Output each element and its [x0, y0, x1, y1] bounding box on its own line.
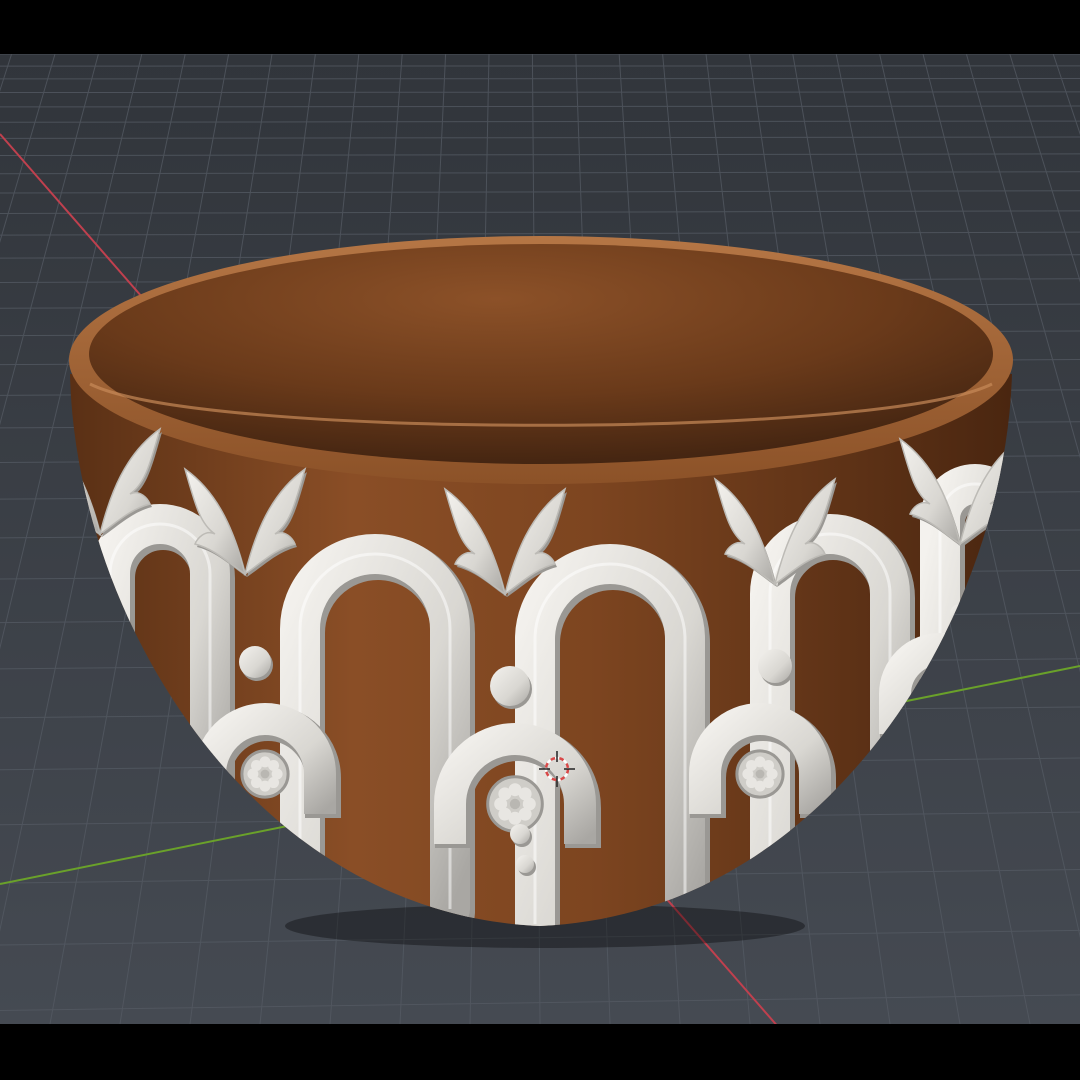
- bead: [490, 666, 530, 706]
- bead: [510, 824, 530, 844]
- viewport-scene: [0, 54, 1080, 1024]
- 3d-viewport[interactable]: [0, 54, 1080, 1024]
- screen-frame: [0, 0, 1080, 1080]
- bead: [516, 855, 534, 873]
- bowl-interior: [89, 244, 993, 464]
- bead: [758, 649, 792, 683]
- bead: [239, 646, 271, 678]
